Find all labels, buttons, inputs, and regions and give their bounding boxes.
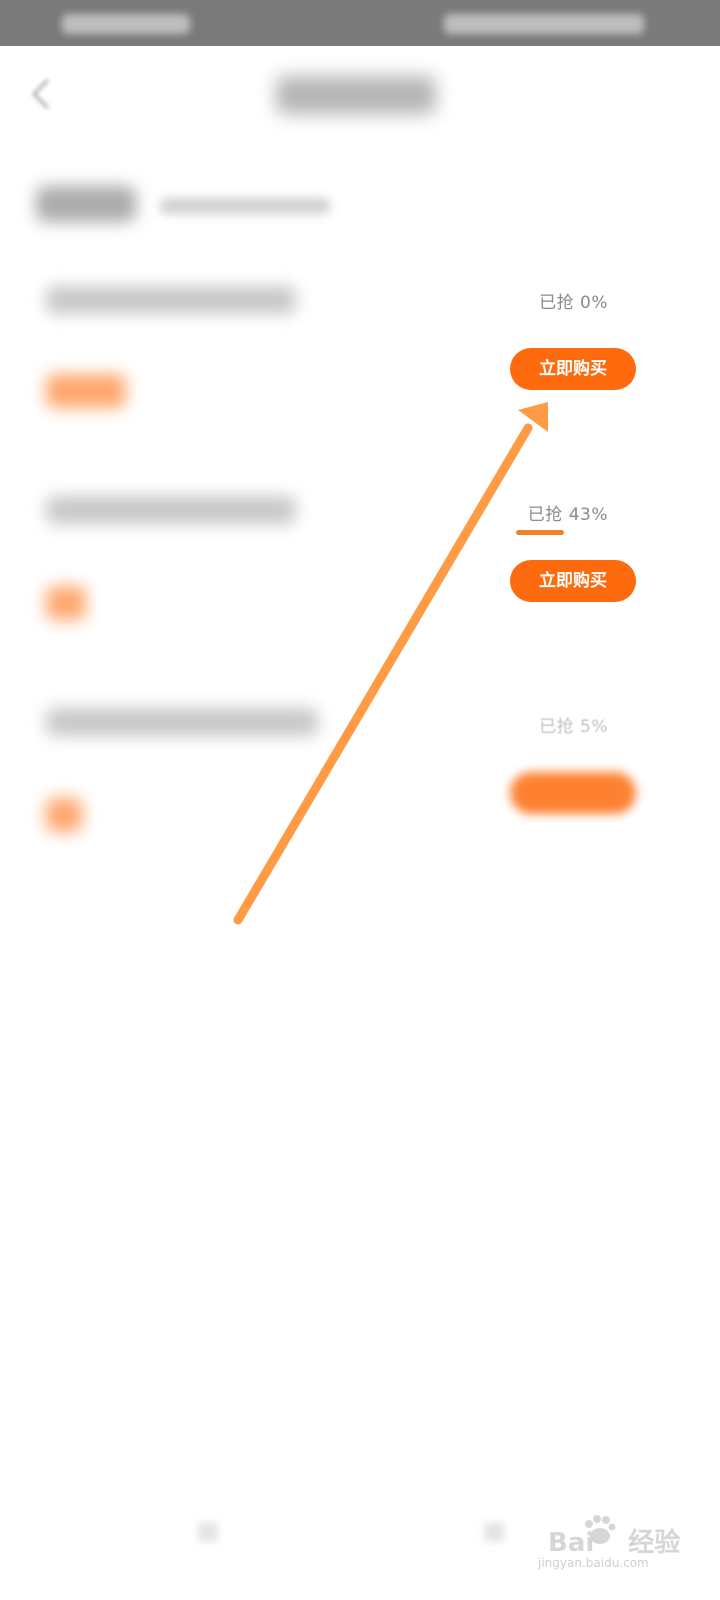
status-bar-left-blurred	[62, 14, 190, 34]
item-price-blurred	[46, 374, 126, 408]
watermark-url: jingyan.baidu.com	[538, 1556, 649, 1570]
page-title-blurred	[276, 76, 436, 114]
section-subtitle-blurred	[160, 198, 330, 214]
nav-home-icon[interactable]	[484, 1522, 504, 1542]
status-bar	[0, 0, 720, 46]
grabbed-percentage: 已抢 5%	[539, 717, 608, 737]
list-item: 已抢 0% 立即购买	[0, 270, 720, 470]
baidu-jingyan-watermark: Bai 经验 jingyan.baidu.com	[538, 1515, 680, 1578]
grabbed-progress-bar	[516, 530, 564, 535]
item-price-blurred	[46, 798, 82, 832]
buy-now-button[interactable]: 立即购买	[510, 560, 636, 602]
watermark-brand: Bai 经验	[548, 1522, 680, 1559]
item-name-blurred	[46, 286, 296, 314]
grabbed-percentage: 已抢 43%	[527, 505, 608, 525]
watermark-brand-left: Bai	[548, 1528, 595, 1558]
watermark-brand-right: 经验	[628, 1528, 681, 1558]
back-arrow-icon[interactable]	[22, 74, 62, 114]
nav-bar	[0, 46, 720, 146]
item-price-blurred	[46, 586, 86, 620]
nav-back-icon[interactable]	[198, 1522, 218, 1542]
list-item: 已抢 5%	[0, 694, 720, 894]
list-item: 已抢 43% 立即购买	[0, 482, 720, 682]
buy-button-blurred[interactable]	[510, 772, 636, 814]
section-title-blurred	[36, 186, 136, 222]
buy-now-button[interactable]: 立即购买	[510, 348, 636, 390]
status-bar-right-blurred	[444, 14, 644, 34]
item-name-blurred	[46, 496, 296, 524]
item-name-blurred	[46, 708, 318, 736]
grabbed-percentage: 已抢 0%	[539, 293, 608, 313]
